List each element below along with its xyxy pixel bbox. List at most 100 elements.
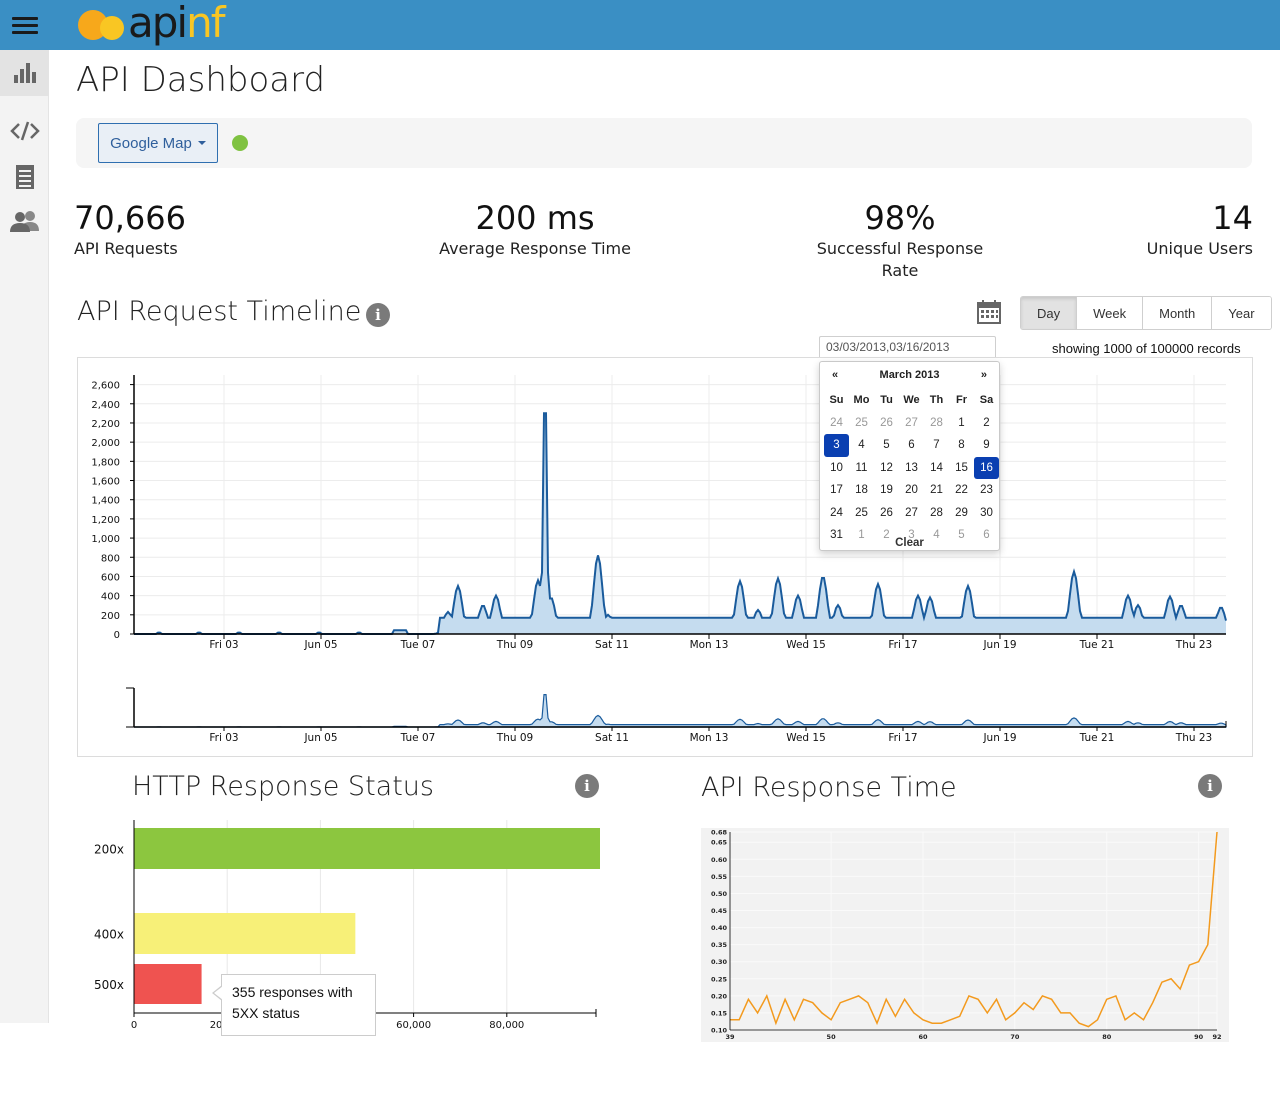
datepicker-day[interactable]: 20	[899, 479, 924, 502]
timeline-chart-panel: 0 200 400 600 800 1,000 1,200 1,400 1,600 1,800 2,…	[77, 357, 1253, 757]
datepicker-day[interactable]: 26	[874, 502, 899, 525]
timeline-y-tick-label: 1,800	[91, 457, 120, 468]
timeline-y-tick-label: 600	[101, 572, 120, 583]
datepicker-day[interactable]: 4	[849, 434, 874, 457]
caret-down-icon	[197, 141, 206, 145]
page-title: API Dashboard	[76, 60, 326, 100]
datepicker-day[interactable]: 30	[974, 502, 999, 525]
datepicker-day[interactable]: 17	[824, 479, 849, 502]
range-day-button[interactable]: Day	[1021, 297, 1078, 329]
logo-dot-yellow	[100, 16, 124, 40]
timeline-x-tick-label: Thu 09	[496, 639, 533, 651]
datepicker-day[interactable]: 9	[974, 434, 999, 457]
response-y-tick-label: 0.50	[711, 890, 728, 898]
datepicker-day[interactable]: 8	[949, 434, 974, 457]
http-bar-500x	[134, 964, 202, 1004]
http-status-info-icon[interactable]: i	[575, 774, 599, 798]
hamburger-menu-icon[interactable]	[12, 17, 38, 35]
datepicker-day[interactable]: 28	[924, 502, 949, 525]
timeline-info-icon[interactable]: i	[366, 303, 390, 327]
datepicker-clear-button[interactable]: Clear	[820, 537, 999, 549]
stat-label: Successful Response Rate	[816, 239, 984, 280]
datepicker-day[interactable]: 15	[949, 457, 974, 480]
timeline-x-tick-label: Thu 23	[1175, 639, 1212, 651]
datepicker-day[interactable]: 22	[949, 479, 974, 502]
timeline-chart: 0 200 400 600 800 1,000 1,200 1,400 1,600 1,800 2,…	[91, 375, 1227, 744]
sidebar-item-users[interactable]	[0, 198, 49, 244]
stat-average-response-time: 200 ms Average Response Time	[439, 198, 631, 260]
timeline-y-tick-label: 1,400	[91, 496, 120, 507]
sidebar-item-documentation[interactable]	[0, 154, 49, 200]
calendar-icon[interactable]	[977, 300, 1001, 324]
datepicker-day[interactable]: 29	[949, 502, 974, 525]
range-week-button[interactable]: Week	[1077, 297, 1144, 329]
timeline-x-tick-label: Tue 21	[1079, 639, 1115, 651]
timeline-x-tick-label: Tue 07	[400, 639, 436, 651]
map-button-label: Google Map	[110, 134, 192, 152]
datepicker-day[interactable]: 11	[849, 457, 874, 480]
overview-x-tick-label: Mon 13	[690, 732, 729, 744]
overview-x-tick-label: Thu 23	[1175, 732, 1212, 744]
datepicker-day[interactable]: 27	[899, 502, 924, 525]
timeline-y-tick-label: 1,200	[91, 515, 120, 526]
stat-value: 98%	[864, 199, 936, 237]
http-category-label: 200x	[94, 843, 124, 857]
datepicker-day[interactable]: 28	[924, 412, 949, 435]
response-y-tick-label: 0.35	[711, 941, 728, 949]
overview-x-tick-label: Fri 17	[888, 732, 917, 744]
datepicker-day[interactable]: 19	[874, 479, 899, 502]
datepicker-day[interactable]: 2	[974, 412, 999, 435]
sidebar-item-apis[interactable]	[0, 108, 49, 154]
stat-label: API Requests	[74, 239, 178, 258]
timeline-x-tick-label: Wed 15	[786, 639, 826, 651]
top-bar: apinf	[0, 0, 1280, 50]
overview-x-tick-label: Thu 09	[496, 732, 533, 744]
datepicker-day[interactable]: 25	[849, 502, 874, 525]
sidebar-item-dashboard[interactable]	[0, 50, 49, 96]
datepicker-month-label[interactable]: March 2013	[820, 369, 999, 381]
datepicker-day[interactable]: 27	[899, 412, 924, 435]
timeline-title: API Request Timeline	[77, 296, 362, 327]
datepicker-day[interactable]: 23	[974, 479, 999, 502]
response-y-tick-label: 0.45	[711, 907, 728, 915]
datepicker-popup: « March 2013 » Su Mo Tu We Th Fr Sa 24 25 26 27 28 1…	[819, 361, 1000, 551]
datepicker-weekday: Tu	[880, 394, 893, 407]
apinf-logo[interactable]: apinf	[76, 0, 246, 48]
response-x-tick-label: 39	[725, 1033, 735, 1041]
datepicker-day[interactable]: 12	[874, 457, 899, 480]
range-year-button[interactable]: Year	[1212, 297, 1271, 329]
http-x-tick-label: 0	[131, 1020, 137, 1031]
timeline-y-tick-label: 2,400	[91, 400, 120, 411]
range-month-button[interactable]: Month	[1143, 297, 1213, 329]
datepicker-weekday: Mo	[853, 394, 870, 407]
google-map-dropdown-button[interactable]: Google Map	[98, 123, 218, 163]
response-x-tick-label: 92	[1212, 1033, 1221, 1041]
response-y-tick-label: 0.68	[711, 829, 728, 837]
datepicker-day[interactable]: 26	[874, 412, 899, 435]
response-time-chart-panel: 0.10 0.15 0.20 0.25 0.30 0.35 0.40 0.45 0.50 0.55…	[701, 828, 1229, 1042]
datepicker-day[interactable]: 5	[874, 434, 899, 457]
http-bar-400x	[134, 913, 356, 954]
datepicker-day[interactable]: 24	[824, 412, 849, 435]
datepicker-day[interactable]: 18	[849, 479, 874, 502]
response-time-info-icon[interactable]: i	[1198, 774, 1222, 798]
sidebar	[0, 50, 49, 1023]
datepicker-day[interactable]: 3	[824, 434, 849, 457]
http-status-tooltip: 355 responses with 5XX status	[212, 974, 376, 1036]
datepicker-day[interactable]: 24	[824, 502, 849, 525]
datepicker-day[interactable]: 25	[849, 412, 874, 435]
response-x-tick-label: 60	[918, 1033, 928, 1041]
response-y-tick-label: 0.25	[711, 975, 728, 983]
datepicker-day[interactable]: 6	[899, 434, 924, 457]
datepicker-day[interactable]: 16	[974, 456, 999, 479]
datepicker-day[interactable]: 21	[924, 479, 949, 502]
timeline-y-tick-label: 2,200	[91, 419, 120, 430]
datepicker-next-button[interactable]: »	[981, 369, 987, 381]
datepicker-day[interactable]: 13	[899, 457, 924, 480]
datepicker-day[interactable]: 10	[824, 457, 849, 480]
timeline-x-tick-label: Sat 11	[595, 639, 629, 651]
datepicker-day[interactable]: 14	[924, 457, 949, 480]
datepicker-day[interactable]: 7	[924, 434, 949, 457]
datepicker-day[interactable]: 1	[949, 412, 974, 435]
logo-wordmark: apinf	[128, 0, 226, 47]
